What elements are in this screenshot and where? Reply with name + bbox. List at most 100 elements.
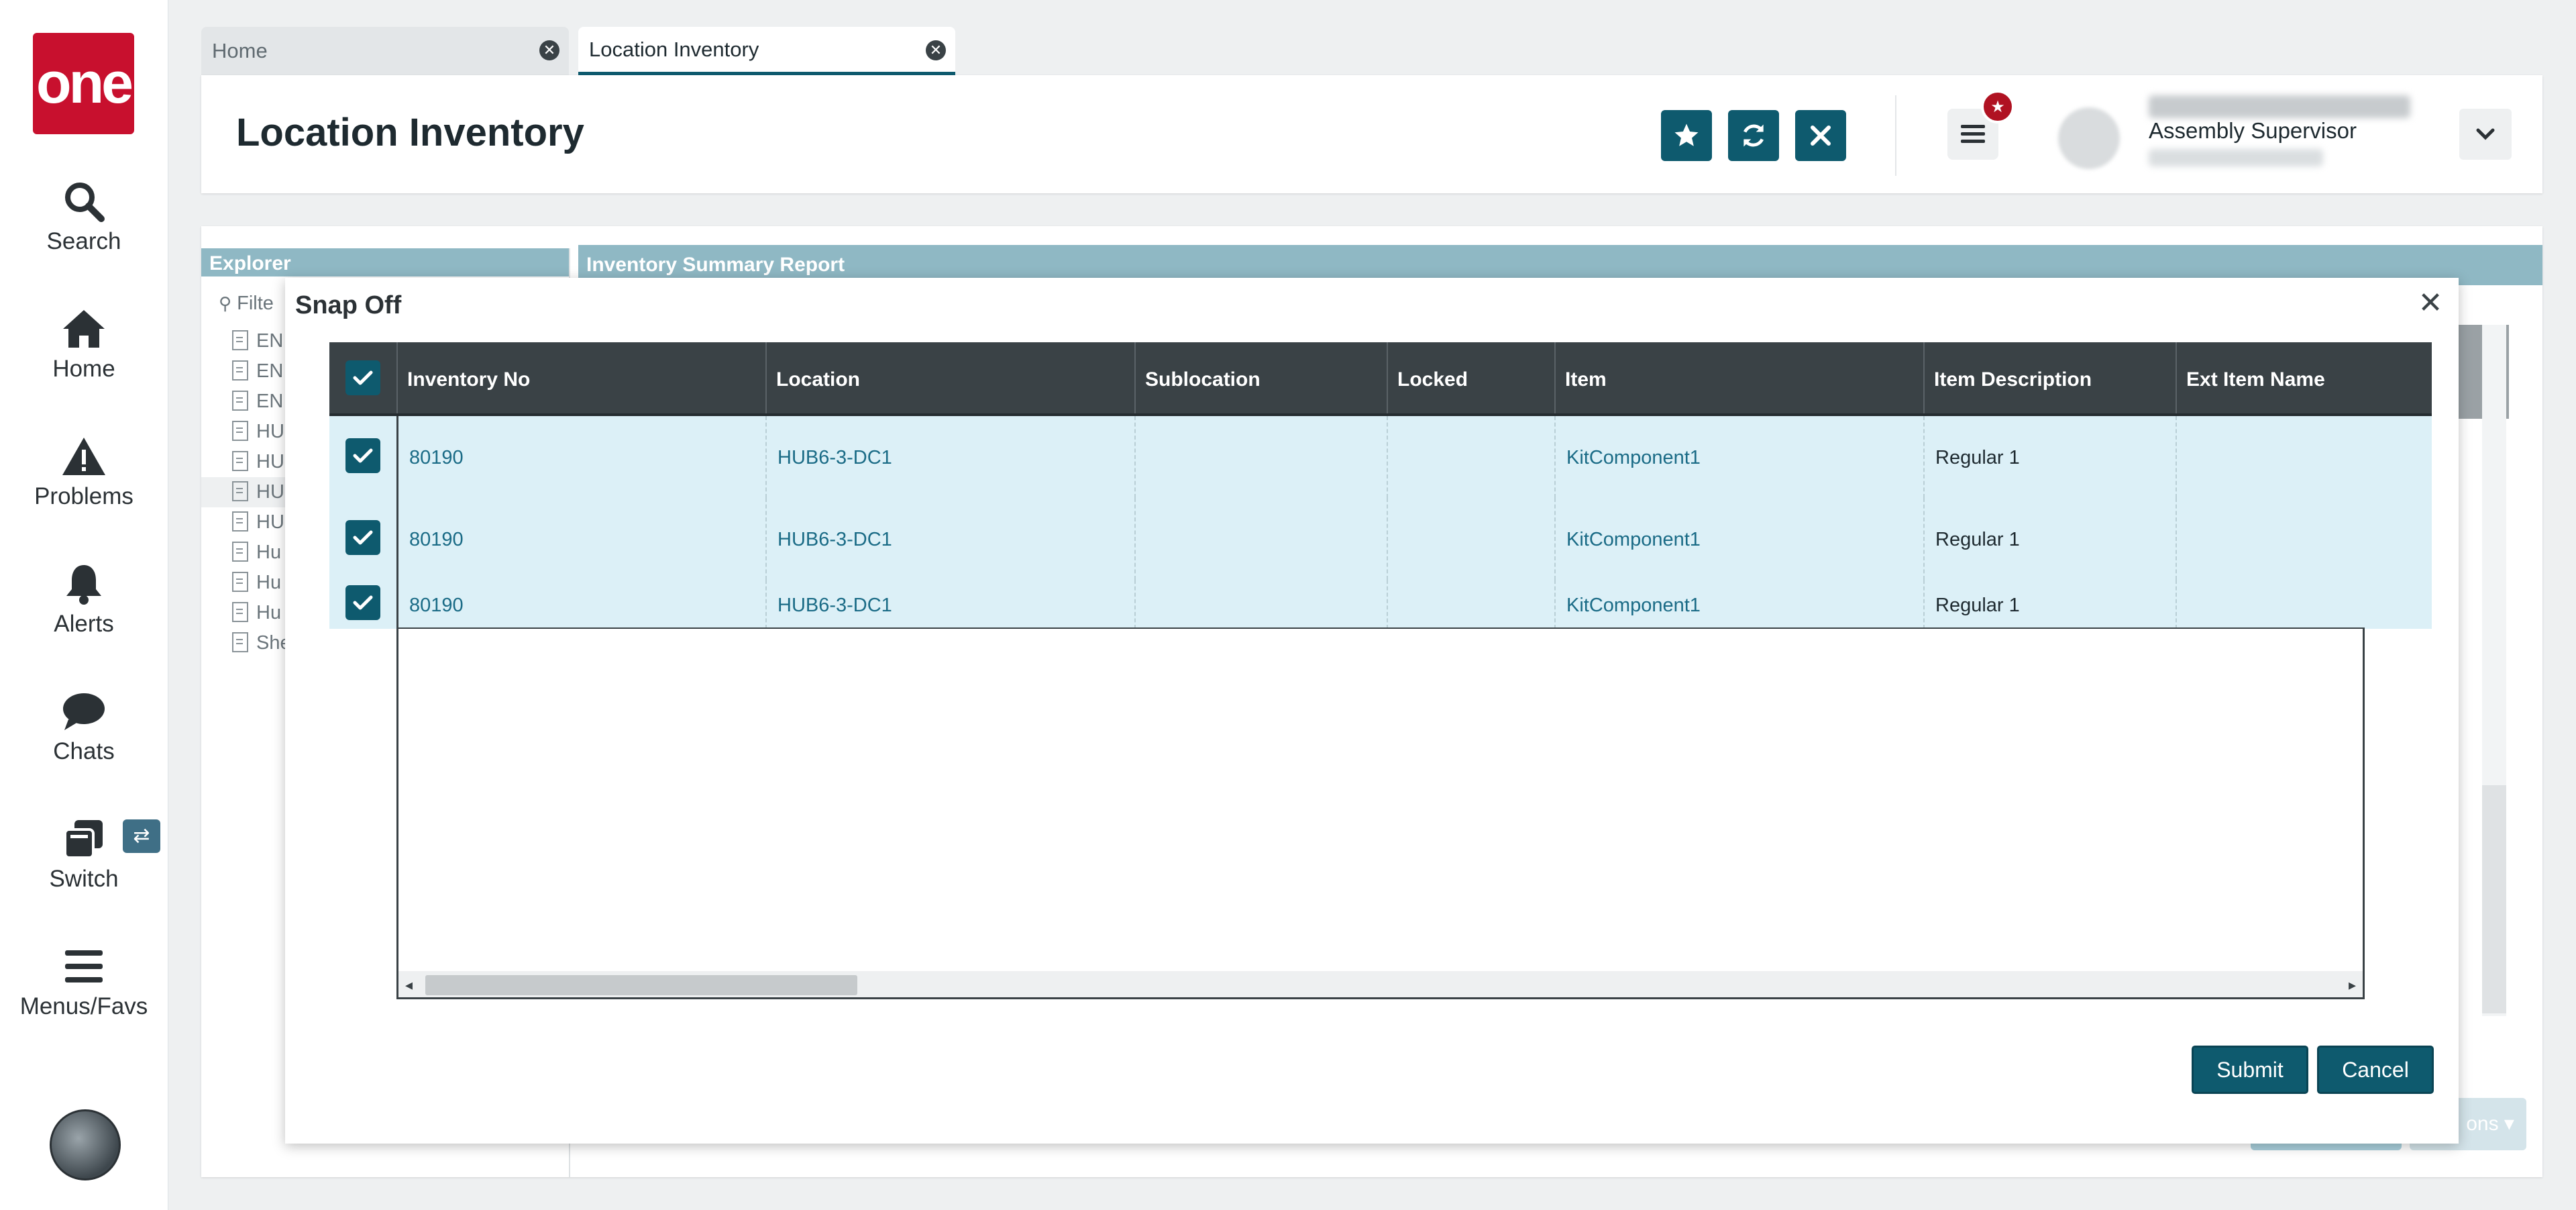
- tree-item[interactable]: HU: [232, 511, 284, 534]
- row-checkbox[interactable]: [345, 520, 380, 555]
- nav-home[interactable]: Home: [0, 307, 168, 383]
- horizontal-scrollbar[interactable]: ◂ ▸: [396, 971, 2365, 999]
- bell-icon: [66, 565, 101, 605]
- nav-problems[interactable]: Problems: [0, 435, 168, 510]
- cell-item[interactable]: KitComponent1: [1554, 498, 1923, 580]
- close-tab-icon[interactable]: ✕: [539, 40, 559, 60]
- switch-icon: [64, 820, 103, 859]
- cell-sublocation: [1134, 416, 1387, 498]
- tab-location-inventory[interactable]: Location Inventory ✕: [578, 27, 955, 75]
- cell-ext-item-name: [2176, 416, 2428, 498]
- checkmark-icon: [353, 530, 373, 545]
- col-header-inventory-no[interactable]: Inventory No: [396, 342, 765, 413]
- cell-location[interactable]: HUB6-3-DC1: [765, 580, 1134, 629]
- tree-item[interactable]: Hu: [232, 602, 281, 624]
- close-icon: [1811, 125, 1831, 146]
- tab-home[interactable]: Home ✕: [201, 27, 569, 75]
- col-header-item-description[interactable]: Item Description: [1923, 342, 2176, 413]
- user-role: Assembly Supervisor: [2149, 118, 2357, 143]
- cell-sublocation: [1134, 498, 1387, 580]
- refresh-icon: [1743, 124, 1764, 147]
- list-icon: [1961, 125, 1985, 143]
- tab-label: Home: [212, 39, 268, 62]
- tree-item[interactable]: She: [232, 632, 291, 654]
- col-header-ext-item-name[interactable]: Ext Item Name: [2176, 342, 2428, 413]
- page-header: Location Inventory ★ Assembly Supervisor: [201, 75, 2542, 193]
- scrollbar-thumb[interactable]: [425, 975, 857, 995]
- explorer-filter[interactable]: ⚲ Filte: [219, 293, 274, 315]
- chat-icon: [63, 693, 105, 730]
- tab-label: Location Inventory: [589, 37, 759, 61]
- filter-placeholder: Filte: [237, 293, 274, 314]
- cell-item-description: Regular 1: [1923, 416, 2176, 498]
- cell-inventory-no[interactable]: 80190: [396, 416, 765, 498]
- cell-location[interactable]: HUB6-3-DC1: [765, 416, 1134, 498]
- nav-search[interactable]: Search: [0, 180, 168, 255]
- submit-button[interactable]: Submit: [2192, 1046, 2308, 1094]
- user-menu-dropdown[interactable]: [2459, 109, 2512, 160]
- select-all-checkbox[interactable]: [345, 360, 380, 395]
- cell-inventory-no[interactable]: 80190: [396, 580, 765, 629]
- checkmark-icon: [353, 595, 373, 610]
- nav-label: Alerts: [54, 611, 114, 637]
- explorer-header: Explorer: [201, 248, 569, 276]
- row-checkbox[interactable]: [345, 585, 380, 620]
- search-icon: ⚲: [219, 293, 232, 313]
- close-tab-icon[interactable]: ✕: [926, 40, 946, 60]
- cell-locked: [1387, 498, 1554, 580]
- logo-text: one: [36, 51, 133, 115]
- col-header-locked[interactable]: Locked: [1387, 342, 1554, 413]
- nav-label: Problems: [34, 483, 133, 509]
- refresh-button[interactable]: [1728, 110, 1779, 161]
- user-name-redacted: [2149, 95, 2410, 118]
- nav-label: Home: [52, 356, 115, 382]
- nav-alerts[interactable]: Alerts: [0, 562, 168, 638]
- tree-item[interactable]: HU: [232, 421, 284, 443]
- cell-item[interactable]: KitComponent1: [1554, 580, 1923, 629]
- page-title: Location Inventory: [236, 111, 584, 154]
- nav-menus-favs[interactable]: Menus/Favs: [0, 945, 168, 1020]
- star-icon: [1674, 123, 1699, 146]
- col-header-location[interactable]: Location: [765, 342, 1134, 413]
- warning-icon: [62, 438, 105, 475]
- tree-item[interactable]: HU: [232, 451, 284, 473]
- cell-ext-item-name: [2176, 580, 2428, 629]
- home-icon: [63, 310, 105, 348]
- dialog-title: Snap Off: [295, 291, 402, 319]
- cell-item[interactable]: KitComponent1: [1554, 416, 1923, 498]
- cell-location[interactable]: HUB6-3-DC1: [765, 498, 1134, 580]
- tree-item[interactable]: Hu: [232, 572, 281, 594]
- report-scrollbar-thumb[interactable]: [2482, 785, 2506, 1013]
- tree-item[interactable]: EN: [232, 330, 283, 352]
- nav-label: Chats: [53, 738, 115, 764]
- cell-inventory-no[interactable]: 80190: [396, 498, 765, 580]
- user-email-redacted: [2149, 149, 2323, 166]
- inventory-grid: Inventory No Location Sublocation Locked…: [329, 342, 2432, 1015]
- tree-item[interactable]: Hu: [232, 542, 281, 564]
- search-icon: [65, 183, 105, 222]
- cell-locked: [1387, 580, 1554, 629]
- col-header-item[interactable]: Item: [1554, 342, 1923, 413]
- app-logo[interactable]: one: [33, 33, 134, 134]
- chevron-down-icon: [2476, 128, 2495, 140]
- tree-item[interactable]: EN: [232, 391, 283, 413]
- scroll-right-icon[interactable]: ▸: [2349, 976, 2356, 994]
- user-avatar-nav[interactable]: [50, 1109, 121, 1180]
- scroll-left-icon[interactable]: ◂: [405, 976, 413, 994]
- favorite-button[interactable]: [1661, 110, 1712, 161]
- checkmark-icon: [353, 448, 373, 463]
- col-header-sublocation[interactable]: Sublocation: [1134, 342, 1387, 413]
- nav-chats[interactable]: Chats: [0, 690, 168, 765]
- nav-label: Switch: [49, 866, 119, 892]
- close-page-button[interactable]: [1795, 110, 1846, 161]
- grid-empty-area: [396, 629, 2365, 971]
- close-dialog-icon[interactable]: ✕: [2417, 289, 2444, 318]
- cancel-button[interactable]: Cancel: [2317, 1046, 2434, 1094]
- tree-item[interactable]: HU: [232, 481, 284, 503]
- row-checkbox[interactable]: [345, 438, 380, 473]
- switch-arrows-icon[interactable]: ⇄: [123, 819, 160, 853]
- cell-item-description: Regular 1: [1923, 580, 2176, 629]
- cell-ext-item-name: [2176, 498, 2428, 580]
- tree-item[interactable]: EN: [232, 360, 283, 383]
- user-avatar[interactable]: [2058, 107, 2120, 169]
